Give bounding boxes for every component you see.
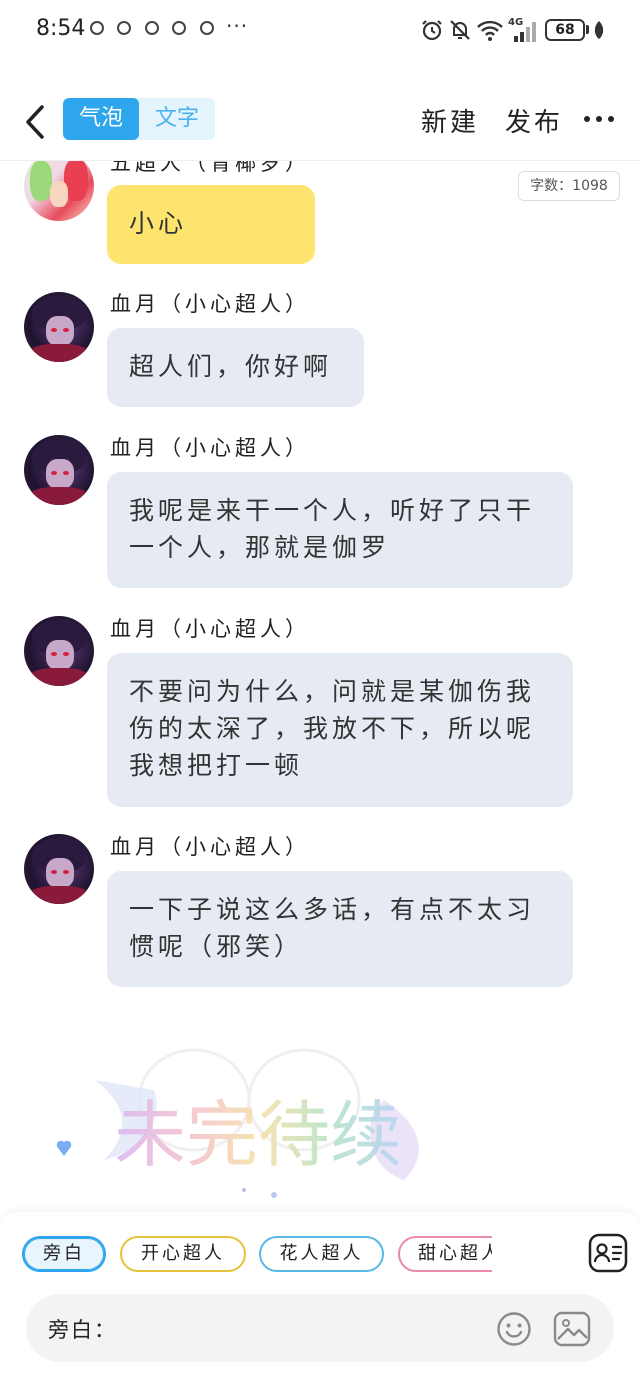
- app-notification-icon: [145, 21, 159, 35]
- mute-icon: [450, 20, 470, 40]
- sender-name: 血月（小心超人）: [110, 617, 310, 641]
- new-button[interactable]: 新建: [421, 102, 479, 139]
- message-bubble[interactable]: 超人们，你好啊: [107, 328, 364, 407]
- word-count-badge: 字数：1098: [518, 171, 620, 201]
- app-notification-icon: [200, 21, 214, 35]
- wifi-icon: [477, 20, 503, 41]
- tab-text[interactable]: 文字: [139, 98, 215, 140]
- more-notifications-icon: ···: [226, 14, 249, 38]
- app-notification-icon: [90, 21, 104, 35]
- app-notification-icon: [117, 21, 131, 35]
- image-icon[interactable]: [553, 1311, 591, 1347]
- tab-bubble[interactable]: 气泡: [63, 98, 139, 140]
- input-role-label: 旁白：: [48, 1318, 117, 1342]
- top-bar: 气泡 文字 新建 发布: [0, 84, 640, 161]
- app-notification-icon: [172, 21, 186, 35]
- svg-text:未完待续: 未完待续: [114, 1093, 402, 1177]
- battery-cap: [586, 25, 589, 34]
- input-panel: 旁白 开心超人 花人超人 甜心超人 旁白：: [0, 1212, 640, 1387]
- sender-name: 五超人（青椰罗）: [110, 161, 310, 175]
- contacts-icon[interactable]: [588, 1233, 628, 1273]
- avatar[interactable]: [24, 292, 94, 362]
- more-options-icon[interactable]: [584, 116, 614, 124]
- avatar[interactable]: [24, 161, 94, 221]
- role-chips: 旁白 开心超人 花人超人 甜心超人: [0, 1236, 492, 1276]
- back-arrow-icon[interactable]: [22, 104, 50, 140]
- message-input[interactable]: 旁白：: [26, 1294, 614, 1362]
- message-bubble[interactable]: 一下子说这么多话，有点不太习惯呢（邪笑）: [107, 871, 573, 987]
- leaf-icon: [594, 21, 604, 39]
- sender-name: 血月（小心超人）: [110, 835, 310, 859]
- avatar[interactable]: [24, 435, 94, 505]
- role-chip-happy[interactable]: 开心超人: [120, 1236, 246, 1272]
- role-chip-sweet[interactable]: 甜心超人: [398, 1236, 492, 1272]
- publish-button[interactable]: 发布: [505, 102, 563, 139]
- message-bubble[interactable]: 不要问为什么，问就是某伽伤我伤的太深了，我放不下，所以呢我想把打一顿: [107, 653, 573, 807]
- sender-name: 血月（小心超人）: [110, 436, 310, 460]
- alarm-icon: [422, 20, 442, 41]
- role-chip-flower[interactable]: 花人超人: [259, 1236, 384, 1272]
- status-time: 8:54: [36, 16, 86, 41]
- message-bubble[interactable]: 小心: [107, 185, 315, 264]
- message-bubble[interactable]: 我呢是来干一个人，听好了只干一个人，那就是伽罗: [107, 472, 573, 588]
- role-chip-narrator[interactable]: 旁白: [22, 1236, 106, 1272]
- avatar[interactable]: [24, 834, 94, 904]
- signal-icon: [514, 22, 536, 42]
- battery-indicator: 68: [545, 19, 585, 41]
- avatar[interactable]: [24, 616, 94, 686]
- mode-toggle: 气泡 文字: [63, 98, 215, 140]
- status-bar: 8:54 ··· 4G 68: [0, 0, 640, 62]
- decorative-artwork: 未完待续: [56, 1048, 419, 1198]
- emoji-icon[interactable]: [496, 1311, 532, 1347]
- sender-name: 血月（小心超人）: [110, 292, 310, 316]
